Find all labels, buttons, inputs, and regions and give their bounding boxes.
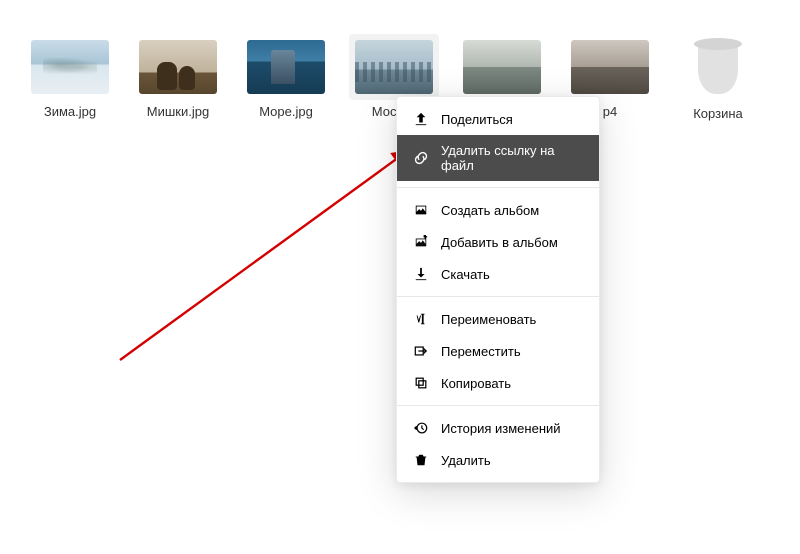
- trash[interactable]: Корзина: [678, 40, 758, 121]
- download-icon: [413, 266, 429, 282]
- file-item[interactable]: [462, 40, 542, 104]
- menu-download[interactable]: Скачать: [397, 258, 599, 290]
- thumbnail: [31, 40, 109, 94]
- history-icon: [413, 420, 429, 436]
- file-label: p4: [603, 104, 617, 119]
- menu-label: Скачать: [441, 267, 490, 282]
- unlink-icon: [413, 150, 429, 166]
- menu-move[interactable]: Переместить: [397, 335, 599, 367]
- menu-label: Удалить: [441, 453, 491, 468]
- copy-icon: [413, 375, 429, 391]
- trash-icon: [413, 452, 429, 468]
- menu-label: Копировать: [441, 376, 511, 391]
- menu-create-album[interactable]: Создать альбом: [397, 194, 599, 226]
- move-icon: [413, 343, 429, 359]
- menu-share[interactable]: Поделиться: [397, 103, 599, 135]
- menu-label: Добавить в альбом: [441, 235, 558, 250]
- menu-separator: [397, 296, 599, 297]
- menu-delete[interactable]: Удалить: [397, 444, 599, 476]
- rename-icon: [413, 311, 429, 327]
- file-label: Море.jpg: [259, 104, 313, 119]
- trash-icon: [694, 34, 742, 96]
- trash-label: Корзина: [693, 106, 743, 121]
- add-image-icon: [413, 234, 429, 250]
- menu-remove-link[interactable]: Удалить ссылку на файл: [397, 135, 599, 181]
- menu-add-to-album[interactable]: Добавить в альбом: [397, 226, 599, 258]
- file-label: Зима.jpg: [44, 104, 96, 119]
- context-menu: Поделиться Удалить ссылку на файл Создат…: [396, 96, 600, 483]
- annotation-arrow: [110, 140, 420, 370]
- menu-copy[interactable]: Копировать: [397, 367, 599, 399]
- thumbnail: [571, 40, 649, 94]
- share-icon: [413, 111, 429, 127]
- thumbnail: [463, 40, 541, 94]
- image-icon: [413, 202, 429, 218]
- file-label: Мишки.jpg: [147, 104, 209, 119]
- file-item[interactable]: Море.jpg: [246, 40, 326, 119]
- file-item[interactable]: Зима.jpg: [30, 40, 110, 119]
- menu-label: Переименовать: [441, 312, 536, 327]
- menu-separator: [397, 405, 599, 406]
- menu-label: Удалить ссылку на файл: [441, 143, 583, 173]
- menu-label: История изменений: [441, 421, 561, 436]
- thumbnail: [247, 40, 325, 94]
- thumbnail: [355, 40, 433, 94]
- file-item[interactable]: Мишки.jpg: [138, 40, 218, 119]
- menu-label: Переместить: [441, 344, 521, 359]
- menu-history[interactable]: История изменений: [397, 412, 599, 444]
- menu-label: Создать альбом: [441, 203, 539, 218]
- menu-label: Поделиться: [441, 112, 513, 127]
- menu-rename[interactable]: Переименовать: [397, 303, 599, 335]
- thumbnail: [139, 40, 217, 94]
- menu-separator: [397, 187, 599, 188]
